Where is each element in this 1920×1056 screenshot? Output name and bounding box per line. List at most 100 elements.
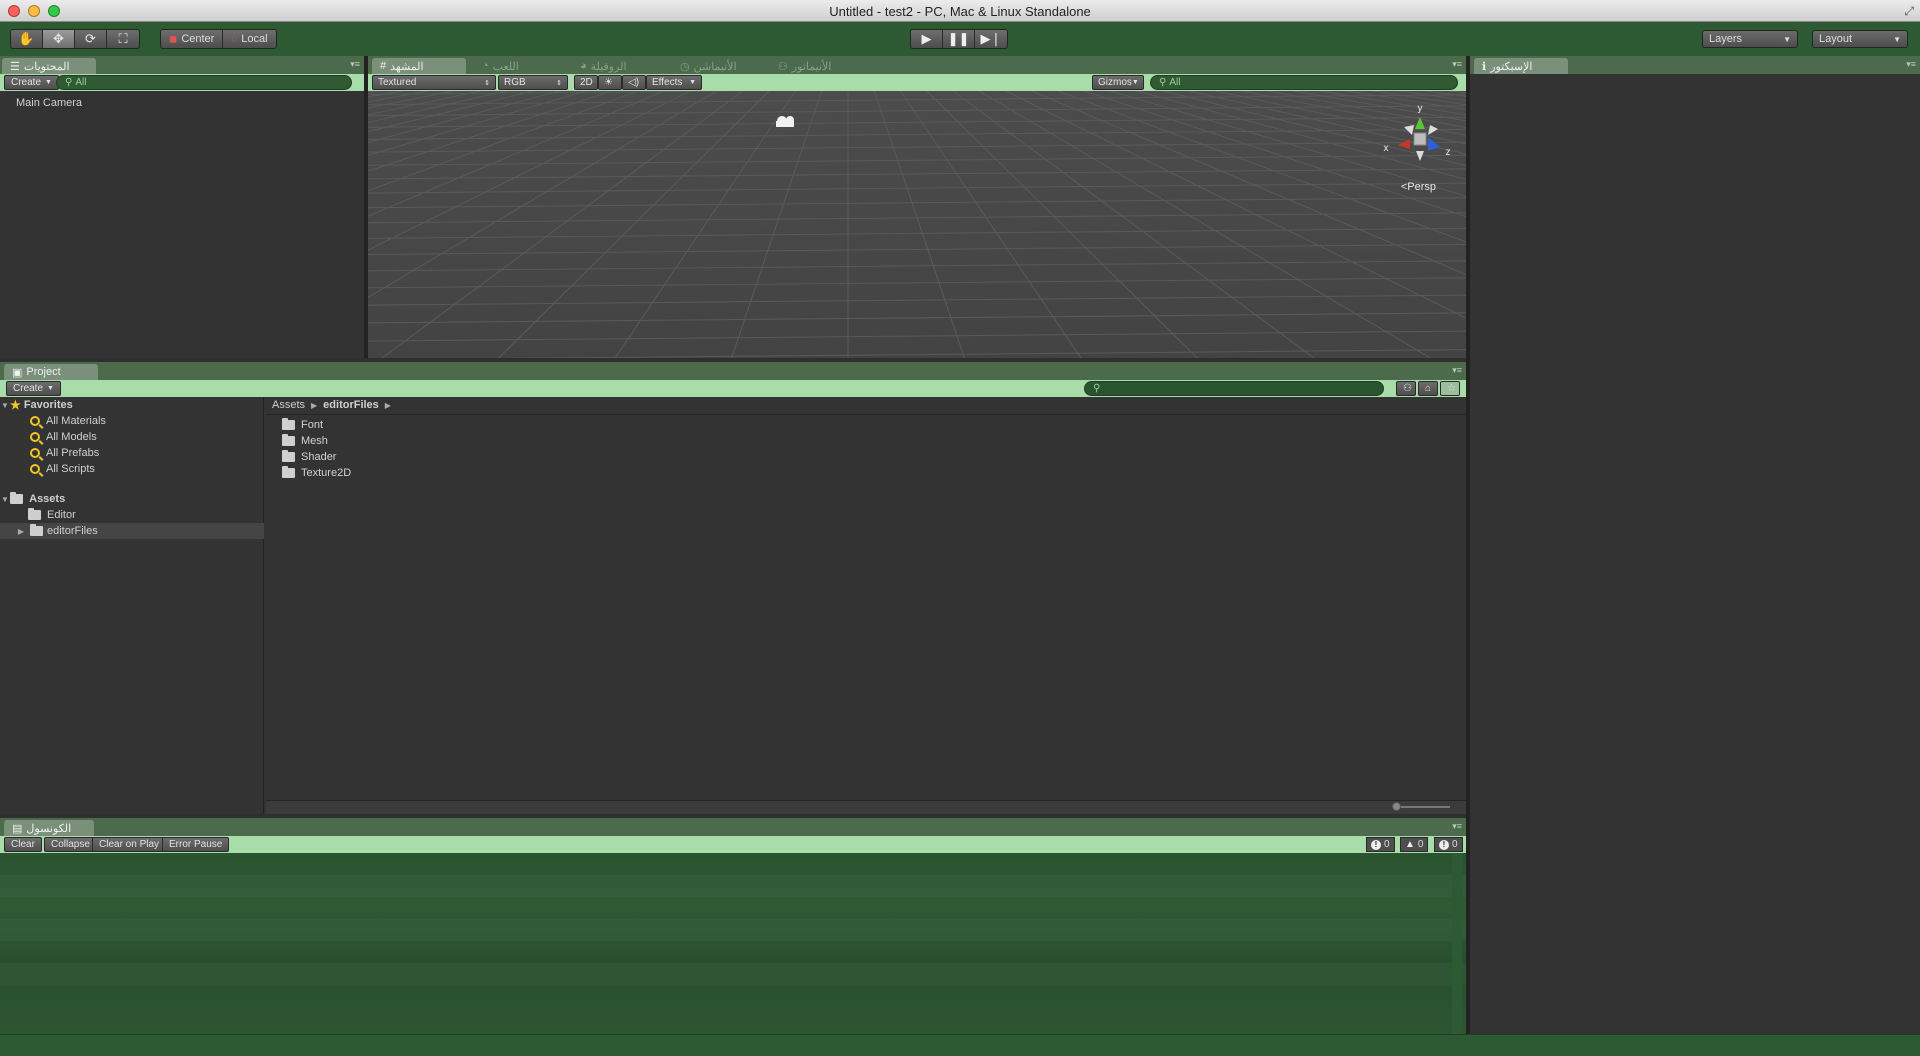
hand-icon: ✋: [18, 31, 35, 46]
scale-tool-button[interactable]: ⛶: [107, 30, 139, 48]
console-collapse-button[interactable]: Collapse: [44, 837, 97, 852]
panel-menu-icon[interactable]: ▾≡: [1452, 59, 1462, 70]
favorite-all-scripts[interactable]: All Scripts: [0, 461, 264, 477]
grid-icon: #: [380, 60, 387, 72]
panel-menu-icon[interactable]: ▾≡: [350, 59, 360, 70]
grid-line: [368, 260, 1466, 272]
render-mode-dropdown[interactable]: RGB ⇕: [498, 75, 568, 90]
project-search-input[interactable]: [1103, 383, 1365, 394]
grid-line: [368, 182, 1466, 194]
tab-animator[interactable]: ⚇ الأنيماتور: [770, 58, 866, 74]
slider-knob[interactable]: [1392, 802, 1401, 811]
folder-item-shader[interactable]: Shader: [282, 449, 336, 465]
tab-console[interactable]: ▤ الكونسول: [4, 820, 94, 836]
project-create-button[interactable]: Create ▼: [6, 381, 61, 396]
grid-line: [368, 312, 1466, 324]
chevron-down-icon: ▼: [689, 79, 696, 86]
breadcrumb-item[interactable]: editorFiles: [323, 399, 379, 411]
gizmos-dropdown[interactable]: Gizmos ▼: [1092, 75, 1144, 90]
chevron-down-icon: ▼: [1131, 79, 1139, 86]
expand-arrow-icon[interactable]: ▶: [16, 527, 26, 536]
play-button[interactable]: ▶: [911, 30, 943, 48]
hierarchy-create-button[interactable]: Create ▼: [4, 75, 59, 90]
hand-tool-button[interactable]: ✋: [11, 30, 43, 48]
z-axis-cone-icon[interactable]: [1428, 137, 1440, 151]
audio-toggle[interactable]: ◁): [622, 75, 646, 90]
icon-size-slider[interactable]: [1392, 802, 1450, 811]
panel-menu-icon[interactable]: ▾≡: [1452, 821, 1462, 832]
tab-inspector[interactable]: ℹ الإسبكتور: [1474, 58, 1568, 74]
tab-animation[interactable]: ◷ الأنيماشن: [672, 58, 764, 74]
console-log-area[interactable]: [0, 853, 1466, 1034]
tab-project-label: Project: [26, 366, 61, 378]
console-toolbar: Clear Collapse Clear on Play Error Pause…: [0, 836, 1466, 853]
orientation-gizmo[interactable]: y x z: [1384, 103, 1451, 161]
favorite-all-models[interactable]: All Models: [0, 429, 264, 445]
hierarchy-search-field[interactable]: ⚲: [56, 75, 352, 90]
tab-hierarchy[interactable]: ☰ المحتويات: [2, 58, 96, 74]
x-axis-label: x: [1384, 143, 1389, 154]
favorite-label: All Prefabs: [46, 447, 100, 459]
step-button[interactable]: ▶❘: [975, 30, 1007, 48]
panel-menu-icon[interactable]: ▾≡: [1452, 365, 1462, 376]
pivot-center-button[interactable]: ◼ Center: [161, 30, 224, 48]
favorite-all-prefabs[interactable]: All Prefabs: [0, 445, 264, 461]
expand-arrow-icon[interactable]: ▼: [0, 495, 10, 504]
scene-viewport[interactable]: y x z <Persp: [368, 91, 1466, 358]
toggle-2d-button[interactable]: 2D: [574, 75, 598, 90]
x-axis-cone-icon[interactable]: [1398, 139, 1410, 149]
tab-scene[interactable]: # المشهد: [372, 58, 466, 74]
favorite-search-button[interactable]: ☆: [1440, 381, 1460, 396]
hierarchy-item[interactable]: Main Camera: [16, 97, 82, 109]
pause-button[interactable]: ❚❚: [943, 30, 975, 48]
fullscreen-icon[interactable]: ⤢: [1904, 4, 1914, 19]
tab-project[interactable]: ▣ Project: [4, 364, 98, 380]
assets-root[interactable]: ▼ Assets: [0, 491, 264, 507]
message-count-toggle[interactable]: ! 0: [1434, 837, 1463, 852]
folder-item-font[interactable]: Font: [282, 417, 323, 433]
folder-icon: [10, 492, 23, 504]
console-clear-button[interactable]: Clear: [4, 837, 42, 852]
tree-folder-editorfiles[interactable]: ▶ editorFiles: [0, 523, 264, 539]
search-by-type-button[interactable]: ⚇: [1396, 381, 1416, 396]
expand-arrow-icon[interactable]: ▼: [0, 401, 10, 410]
favorites-header[interactable]: ▼ ★ Favorites: [0, 397, 264, 413]
camera-gizmo-icon[interactable]: [776, 116, 794, 127]
tab-game[interactable]: ◔ اللعب: [474, 58, 558, 74]
error-count-toggle[interactable]: ! 0: [1366, 837, 1395, 852]
warning-count-toggle[interactable]: ▲ 0: [1400, 837, 1429, 852]
shading-mode-dropdown[interactable]: Textured ⇕: [372, 75, 496, 90]
persp-label[interactable]: <Persp: [1401, 181, 1436, 193]
move-tool-button[interactable]: ✥: [43, 30, 75, 48]
pivot-local-button[interactable]: ◌ Local: [223, 30, 275, 48]
breadcrumb-separator-icon: ▶: [311, 400, 318, 410]
folder-item-texture2d[interactable]: Texture2D: [282, 465, 351, 481]
console-scrollbar[interactable]: [1452, 853, 1462, 1034]
search-by-label-button[interactable]: ⌂: [1418, 381, 1438, 396]
project-search-field[interactable]: ⚲: [1084, 381, 1384, 396]
shading-mode-label: Textured: [378, 77, 417, 88]
hierarchy-search-input[interactable]: [75, 77, 333, 88]
folder-item-mesh[interactable]: Mesh: [282, 433, 328, 449]
search-icon: ⚲: [1159, 77, 1167, 88]
center-cube-icon[interactable]: [1413, 132, 1427, 146]
tab-asset-store[interactable]: ◕ الروفيلة: [572, 58, 664, 74]
tree-folder-editor[interactable]: Editor: [0, 507, 264, 523]
scene-search-field[interactable]: ⚲: [1150, 75, 1458, 90]
panel-menu-icon[interactable]: ▾≡: [1906, 59, 1916, 70]
console-error-pause-button[interactable]: Error Pause: [162, 837, 230, 852]
grid-line: [497, 91, 770, 358]
layers-dropdown[interactable]: Layers ▼: [1702, 30, 1798, 48]
grid-line: [1082, 91, 1466, 217]
scene-search-input[interactable]: [1169, 77, 1438, 88]
search-icon: [30, 448, 40, 458]
grid-line: [368, 128, 1466, 140]
favorite-all-materials[interactable]: All Materials: [0, 413, 264, 429]
rotate-tool-button[interactable]: ⟳: [75, 30, 107, 48]
grid-line: [1422, 91, 1466, 97]
effects-dropdown[interactable]: Effects ▼: [646, 75, 702, 90]
breadcrumb-item[interactable]: Assets: [272, 399, 305, 411]
layout-dropdown[interactable]: Layout ▼: [1812, 30, 1908, 48]
lighting-toggle[interactable]: ☀: [598, 75, 622, 90]
console-clear-on-play-button[interactable]: Clear on Play: [92, 837, 167, 852]
